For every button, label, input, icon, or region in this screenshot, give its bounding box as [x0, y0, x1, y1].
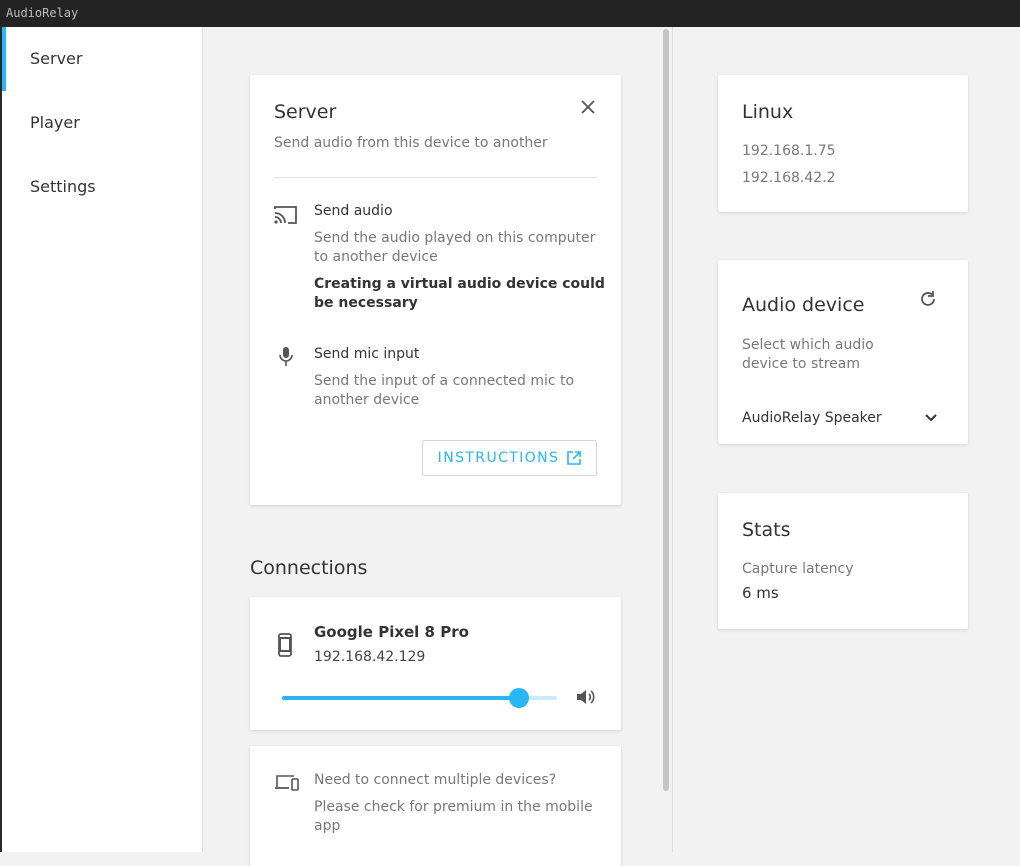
device-name: Google Pixel 8 Pro	[314, 623, 469, 641]
sidebar-nav: Server Player Settings	[0, 27, 203, 852]
premium-line1: Need to connect multiple devices?	[314, 772, 557, 788]
stats-title: Stats	[742, 519, 791, 541]
send-audio-desc-line2: to another device	[314, 249, 438, 265]
host-ip-2: 192.168.42.2	[742, 170, 836, 186]
volume-slider-fill	[282, 696, 519, 700]
premium-card: Need to connect multiple devices? Please…	[250, 746, 621, 866]
volume-slider-thumb[interactable]	[508, 688, 529, 708]
device-ip: 192.168.42.129	[314, 649, 426, 665]
stats-card: Stats Capture latency 6 ms	[718, 493, 968, 629]
microphone-icon	[279, 347, 293, 366]
audio-device-desc-line2: device to stream	[742, 356, 861, 372]
host-name: Linux	[742, 101, 794, 123]
sidebar-item-server[interactable]: Server	[2, 27, 202, 91]
chevron-down-icon	[925, 414, 937, 422]
premium-line3: app	[314, 818, 341, 834]
sidebar-item-settings[interactable]: Settings	[2, 155, 202, 219]
instructions-button[interactable]: INSTRUCTIONS	[422, 440, 597, 476]
send-audio-title: Send audio	[314, 203, 393, 219]
window-titlebar: AudioRelay	[0, 0, 1020, 27]
premium-line2: Please check for premium in the mobile	[314, 799, 593, 815]
sidebar-item-label: Player	[30, 113, 80, 132]
server-card: Server Send audio from this device to an…	[250, 75, 621, 505]
scrollbar-thumb[interactable]	[663, 29, 669, 791]
external-link-icon	[567, 451, 582, 465]
server-card-title: Server	[274, 101, 337, 123]
window-title: AudioRelay	[6, 6, 79, 20]
server-card-divider	[274, 177, 597, 178]
audio-device-selected: AudioRelay Speaker	[742, 410, 882, 426]
connections-heading: Connections	[250, 557, 368, 579]
refresh-icon[interactable]	[919, 290, 937, 308]
virtual-device-note-line2: be necessary	[314, 295, 418, 311]
capture-latency-value: 6 ms	[742, 584, 779, 602]
host-card: Linux 192.168.1.75 192.168.42.2	[718, 75, 968, 212]
audio-device-card: Audio device Select which audio device t…	[718, 260, 968, 444]
host-ip-1: 192.168.1.75	[742, 143, 836, 159]
virtual-device-note-line1: Creating a virtual audio device could	[314, 276, 605, 292]
sidebar-item-player[interactable]: Player	[2, 91, 202, 155]
send-audio-desc-line1: Send the audio played on this computer	[314, 230, 596, 246]
close-icon[interactable]	[580, 99, 596, 115]
send-mic-desc-line1: Send the input of a connected mic to	[314, 373, 575, 389]
smartphone-icon	[278, 633, 292, 657]
content-scrollbar[interactable]	[661, 27, 673, 852]
devices-icon	[275, 775, 299, 791]
volume-icon[interactable]	[575, 688, 595, 706]
main-content: Server Send audio from this device to an…	[203, 27, 1020, 866]
audio-device-desc-line1: Select which audio	[742, 337, 874, 353]
audio-device-select[interactable]: AudioRelay Speaker	[742, 407, 938, 429]
connection-device-card: Google Pixel 8 Pro 192.168.42.129	[250, 597, 621, 730]
cast-icon	[274, 206, 297, 224]
sidebar-item-label: Server	[30, 49, 83, 68]
audio-device-title: Audio device	[742, 294, 865, 316]
send-mic-desc-line2: another device	[314, 392, 420, 408]
sidebar-item-label: Settings	[30, 177, 96, 196]
send-mic-title: Send mic input	[314, 346, 420, 362]
instructions-label: INSTRUCTIONS	[437, 450, 560, 466]
capture-latency-label: Capture latency	[742, 561, 854, 577]
server-card-subtitle: Send audio from this device to another	[274, 135, 548, 151]
